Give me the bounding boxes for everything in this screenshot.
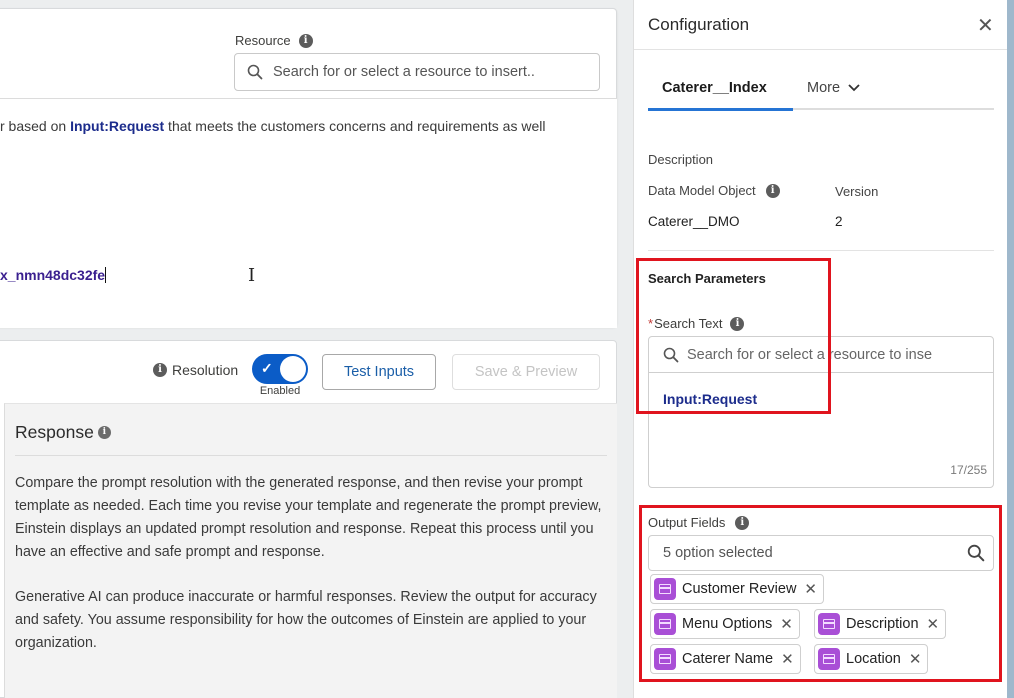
- configuration-panel: Configuration ✕ Caterer__Index More Desc…: [633, 0, 1007, 698]
- tab-caterer-index[interactable]: Caterer__Index: [662, 80, 767, 96]
- response-paragraph: Generative AI can produce inaccurate or …: [15, 589, 597, 651]
- info-icon[interactable]: i: [765, 183, 780, 198]
- prompt-editor-card: Resource i r based on Input:Request that…: [0, 8, 617, 328]
- version-value: 2: [835, 214, 843, 229]
- divider: [15, 455, 607, 456]
- resolution-toggle[interactable]: ✓: [252, 354, 308, 384]
- pill-label: Description: [846, 616, 919, 632]
- test-inputs-button[interactable]: Test Inputs: [322, 354, 436, 390]
- search-parameters-heading: Search Parameters: [648, 271, 766, 286]
- dmo-label-text: Data Model Object: [648, 183, 756, 198]
- tab-more[interactable]: More: [807, 80, 860, 96]
- search-text-value[interactable]: Input:Request: [663, 391, 757, 407]
- editor-text: r based on: [0, 118, 71, 134]
- info-icon[interactable]: i: [735, 515, 750, 530]
- dmo-value: Caterer__DMO: [648, 214, 740, 229]
- output-fields-input[interactable]: [663, 545, 943, 561]
- merge-field-token[interactable]: Input:Request: [70, 118, 164, 134]
- prompt-template-editor[interactable]: r based on Input:Request that meets the …: [0, 98, 617, 328]
- response-paragraph: Compare the prompt resolution with the g…: [15, 475, 602, 560]
- character-count: 17/255: [950, 463, 987, 477]
- preview-card: i Resolution ✓ Enabled Test Inputs Save …: [0, 340, 617, 698]
- pill-label: Caterer Name: [682, 651, 774, 667]
- search-text-label: *Search Text i: [648, 316, 745, 331]
- field-icon: [818, 613, 840, 635]
- ibeam-cursor-icon: I: [248, 265, 256, 286]
- output-field-pill[interactable]: Location ✕: [814, 644, 929, 674]
- remove-icon[interactable]: ✕: [909, 650, 922, 668]
- panel-title: Configuration: [648, 15, 750, 34]
- info-icon[interactable]: i: [298, 33, 313, 48]
- editor-text: that meets the customers concerns and re…: [164, 118, 546, 134]
- response-title: Response i: [15, 422, 111, 443]
- search-text-input[interactable]: [687, 346, 987, 363]
- response-body: Compare the prompt resolution with the g…: [15, 472, 611, 655]
- search-icon: [967, 544, 985, 562]
- chevron-down-icon: [848, 84, 860, 92]
- remove-icon[interactable]: ✕: [804, 580, 817, 598]
- dmo-label: Data Model Object i: [648, 183, 780, 198]
- output-field-pill[interactable]: Menu Options ✕: [650, 609, 800, 639]
- search-text-resource-search[interactable]: [649, 337, 993, 373]
- divider: [634, 49, 1007, 50]
- pill-label: Location: [846, 651, 901, 667]
- field-icon: [654, 613, 676, 635]
- editor-line: x_nmn48dc32fe: [0, 267, 107, 283]
- description-label: Description: [648, 152, 714, 167]
- resource-search-input[interactable]: [273, 64, 593, 80]
- toggle-knob: [280, 356, 306, 382]
- tab-more-label: More: [807, 80, 841, 96]
- info-icon[interactable]: i: [97, 426, 111, 439]
- search-text-label-text: Search Text: [654, 316, 723, 331]
- editor-line: r based on Input:Request that meets the …: [0, 118, 545, 134]
- field-icon: [818, 648, 840, 670]
- required-marker: *: [648, 316, 654, 331]
- active-tab-indicator: [648, 108, 793, 111]
- resource-label: Resource i: [235, 33, 313, 48]
- remove-icon[interactable]: ✕: [780, 615, 793, 633]
- search-text-field[interactable]: Input:Request 17/255: [648, 336, 994, 488]
- field-icon: [654, 648, 676, 670]
- pill-label: Customer Review: [682, 581, 797, 597]
- remove-icon[interactable]: ✕: [781, 650, 794, 668]
- output-field-pill[interactable]: Caterer Name ✕: [650, 644, 801, 674]
- field-icon: [654, 578, 676, 600]
- divider: [648, 250, 994, 251]
- search-icon: [663, 347, 679, 362]
- output-fields-label: Output Fields i: [648, 515, 750, 530]
- output-fields-combobox[interactable]: [648, 535, 994, 571]
- resource-search-field[interactable]: [234, 53, 600, 91]
- version-label: Version: [835, 184, 879, 199]
- output-field-pill[interactable]: Customer Review ✕: [650, 574, 824, 604]
- response-panel: Response i Compare the prompt resolution…: [4, 403, 617, 698]
- remove-icon[interactable]: ✕: [927, 615, 940, 633]
- info-icon[interactable]: i: [153, 363, 167, 377]
- tab-bar: Caterer__Index More: [648, 80, 994, 111]
- text-caret: [105, 267, 107, 283]
- pill-label: Menu Options: [682, 616, 773, 632]
- response-title-text: Response: [15, 422, 94, 442]
- background-strip: [1007, 0, 1014, 698]
- close-icon[interactable]: ✕: [977, 16, 994, 36]
- check-icon: ✓: [261, 360, 273, 376]
- info-icon[interactable]: i: [730, 316, 745, 331]
- output-field-pill[interactable]: Description ✕: [814, 609, 947, 639]
- resolution-label-text: Resolution: [172, 362, 239, 378]
- resource-label-text: Resource: [235, 33, 291, 48]
- output-fields-label-text: Output Fields: [648, 515, 726, 530]
- toggle-state-label: Enabled: [259, 385, 301, 397]
- search-icon: [247, 64, 263, 80]
- resolution-label: i Resolution: [153, 362, 238, 378]
- save-preview-button[interactable]: Save & Preview: [452, 354, 600, 390]
- merge-field-token[interactable]: x_nmn48dc32fe: [0, 267, 105, 283]
